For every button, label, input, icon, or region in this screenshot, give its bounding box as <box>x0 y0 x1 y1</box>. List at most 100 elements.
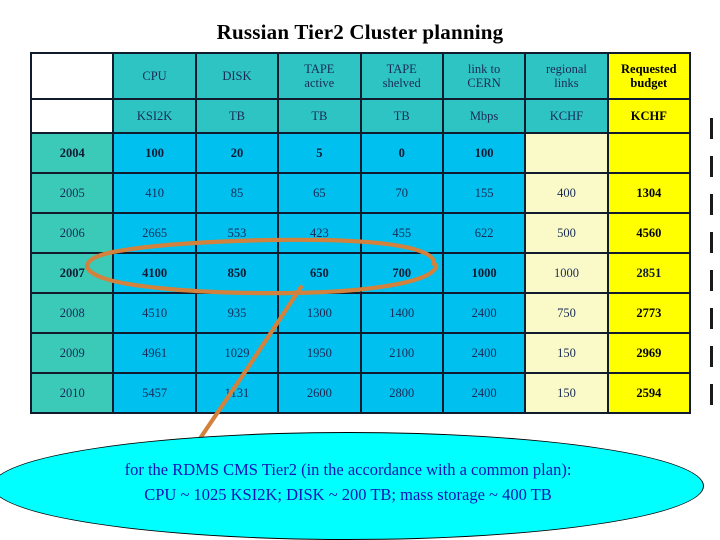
cell-disk: 850 <box>194 252 280 294</box>
cell-tape-shelved: 700 <box>359 252 444 294</box>
cell-tape-shelved: 1400 <box>359 292 444 334</box>
cell-regional-links: 150 <box>524 372 609 414</box>
column-header-regional-links-line2: links <box>554 76 579 90</box>
cell-regional-links <box>524 132 609 174</box>
column-header-regional-links-line1: regional <box>545 62 587 76</box>
cell-tape-active: 1300 <box>277 292 362 334</box>
cell-tape-shelved: 2800 <box>359 372 444 414</box>
clipped-column-tick <box>710 270 713 291</box>
cell-cpu: 4100 <box>112 252 197 294</box>
table-corner-cell <box>29 52 115 100</box>
column-header-link-to-cern: link to CERN <box>441 52 527 100</box>
row-year: 2007 <box>29 252 115 294</box>
column-header-disk-line1: DISK <box>222 69 252 83</box>
unit-tape-active: TB <box>277 98 362 134</box>
cell-link-to-cern: 100 <box>441 132 527 174</box>
cell-regional-links: 1000 <box>524 252 609 294</box>
row-year: 2008 <box>29 292 115 334</box>
cell-cpu: 4961 <box>112 332 197 374</box>
cell-requested-budget: 2969 <box>606 332 692 374</box>
cell-tape-active: 423 <box>277 212 362 254</box>
header-row-units: KSI2K TB TB TB Mbps KCHF KCHF <box>29 98 692 134</box>
table-row: 2009 4961 1029 1950 2100 2400 150 2969 <box>29 332 692 374</box>
row-year: 2004 <box>29 132 115 174</box>
cell-cpu: 2665 <box>112 212 197 254</box>
callout-text-line2: CPU ~ 1025 KSI2K; DISK ~ 200 TB; mass st… <box>144 484 552 504</box>
cell-regional-links: 500 <box>524 212 609 254</box>
row-year: 2009 <box>29 332 115 374</box>
cell-disk: 85 <box>194 172 280 214</box>
column-header-cpu-line1: CPU <box>142 69 167 83</box>
cell-regional-links: 750 <box>524 292 609 334</box>
cell-cpu: 5457 <box>112 372 197 414</box>
cell-disk: 1029 <box>194 332 280 374</box>
page-title: Russian Tier2 Cluster planning <box>216 20 504 44</box>
row-year: 2006 <box>29 212 115 254</box>
clipped-column-tick <box>710 346 713 367</box>
cell-tape-shelved: 0 <box>359 132 444 174</box>
column-header-requested-budget-line2: budget <box>630 76 668 90</box>
unit-regional-links: KCHF <box>524 98 609 134</box>
unit-cpu: KSI2K <box>112 98 197 134</box>
cell-cpu: 4510 <box>112 292 197 334</box>
column-header-requested-budget: Requested budget <box>606 52 692 100</box>
column-header-requested-budget-line1: Requested <box>621 62 677 76</box>
clipped-column-tick <box>710 156 713 177</box>
column-header-link-to-cern-line2: CERN <box>467 76 501 90</box>
column-header-tape-active-line2: active <box>304 76 335 90</box>
clipped-column-tick <box>710 232 713 253</box>
column-header-tape-shelved-line1: TAPE <box>386 62 417 76</box>
table-head: CPU DISK TAPE active TAPE shelved link t… <box>29 52 692 134</box>
cell-disk: 553 <box>194 212 280 254</box>
cell-tape-active: 2600 <box>277 372 362 414</box>
table-body: 2004 100 20 5 0 100 2005 410 85 65 70 15… <box>29 132 692 414</box>
table-row: 2007 4100 850 650 700 1000 1000 2851 <box>29 252 692 294</box>
header-row-categories: CPU DISK TAPE active TAPE shelved link t… <box>29 52 692 100</box>
column-header-tape-shelved-line2: shelved <box>382 76 421 90</box>
cell-link-to-cern: 2400 <box>441 292 527 334</box>
cell-cpu: 100 <box>112 132 197 174</box>
clipped-column-tick <box>710 118 713 139</box>
column-header-tape-active: TAPE active <box>277 52 362 100</box>
column-header-tape-shelved: TAPE shelved <box>359 52 444 100</box>
cell-requested-budget: 4560 <box>606 212 692 254</box>
table-corner-cell-units <box>29 98 115 134</box>
column-header-disk: DISK <box>194 52 280 100</box>
cell-tape-shelved: 2100 <box>359 332 444 374</box>
cell-tape-active: 5 <box>277 132 362 174</box>
cell-regional-links: 150 <box>524 332 609 374</box>
column-header-regional-links: regional links <box>524 52 609 100</box>
table-row: 2006 2665 553 423 455 622 500 4560 <box>29 212 692 254</box>
table-row: 2008 4510 935 1300 1400 2400 750 2773 <box>29 292 692 334</box>
cell-requested-budget: 2851 <box>606 252 692 294</box>
planning-table-container: CPU DISK TAPE active TAPE shelved link t… <box>29 52 692 414</box>
cell-tape-active: 1950 <box>277 332 362 374</box>
cell-tape-active: 650 <box>277 252 362 294</box>
unit-disk: TB <box>194 98 280 134</box>
cell-link-to-cern: 622 <box>441 212 527 254</box>
row-year: 2010 <box>29 372 115 414</box>
cell-tape-active: 65 <box>277 172 362 214</box>
cell-cpu: 410 <box>112 172 197 214</box>
unit-link-to-cern: Mbps <box>441 98 527 134</box>
planning-table: CPU DISK TAPE active TAPE shelved link t… <box>29 52 692 414</box>
cell-disk: 20 <box>194 132 280 174</box>
slide-canvas: Russian Tier2 Cluster planning CPU DISK … <box>0 0 720 540</box>
table-row: 2004 100 20 5 0 100 <box>29 132 692 174</box>
cell-link-to-cern: 1000 <box>441 252 527 294</box>
clipped-column-tick <box>710 194 713 215</box>
cell-tape-shelved: 455 <box>359 212 444 254</box>
table-row: 2010 5457 1131 2600 2800 2400 150 2594 <box>29 372 692 414</box>
cell-requested-budget: 2773 <box>606 292 692 334</box>
cell-link-to-cern: 2400 <box>441 372 527 414</box>
table-row: 2005 410 85 65 70 155 400 1304 <box>29 172 692 214</box>
cell-disk: 1131 <box>194 372 280 414</box>
cell-requested-budget <box>606 132 692 174</box>
cell-disk: 935 <box>194 292 280 334</box>
column-header-link-to-cern-line1: link to <box>467 62 501 76</box>
cell-tape-shelved: 70 <box>359 172 444 214</box>
callout-text-line1: for the RDMS CMS Tier2 (in the accordanc… <box>124 460 572 479</box>
row-year: 2005 <box>29 172 115 214</box>
cell-regional-links: 400 <box>524 172 609 214</box>
cell-link-to-cern: 2400 <box>441 332 527 374</box>
